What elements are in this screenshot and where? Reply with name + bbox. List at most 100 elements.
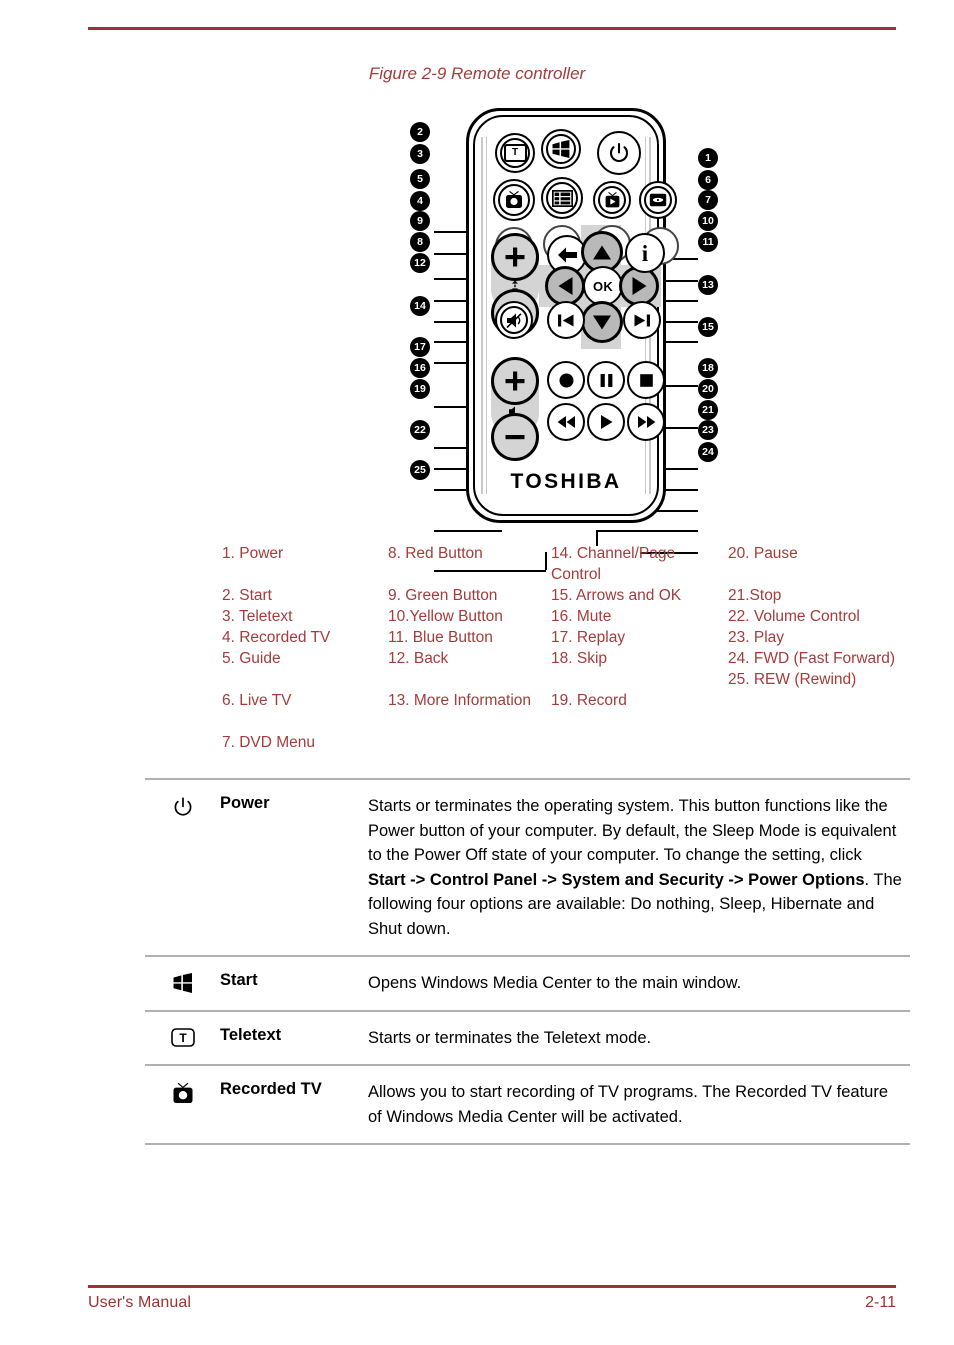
description-row: Start Opens Windows Media Center to the m… xyxy=(145,955,910,1010)
back-arrow-icon xyxy=(557,247,577,263)
legend-column-4: 20. Pause 21.Stop 22. Volume Control 23. Pl… xyxy=(728,543,918,690)
legend-item: 14. Channel/Page Control xyxy=(551,545,676,583)
remote-edge-line xyxy=(481,137,483,494)
pause-icon xyxy=(600,373,612,387)
arrow-right-icon xyxy=(632,277,646,295)
callout-12: 12 xyxy=(410,253,430,273)
callout-7: 7 xyxy=(698,190,718,210)
description-text: Opens Windows Media Center to the main w… xyxy=(368,971,910,996)
rewind-icon xyxy=(557,416,575,428)
legend-spacer xyxy=(728,564,918,585)
remote-edge-line xyxy=(486,137,487,494)
callout-6: 6 xyxy=(698,170,718,190)
legend-item: 6. Live TV xyxy=(222,692,292,709)
legend-spacer xyxy=(222,669,387,690)
leader-line xyxy=(434,530,502,532)
live-tv-button[interactable] xyxy=(593,181,631,219)
legend-item: 13. More Information xyxy=(388,692,532,709)
start-button[interactable] xyxy=(541,129,581,169)
replay-icon xyxy=(558,314,574,326)
volume-down-button[interactable] xyxy=(491,413,539,461)
dvd-menu-button[interactable] xyxy=(639,181,677,219)
legend-item: 9. Green Button xyxy=(388,587,498,604)
pause-button[interactable] xyxy=(587,361,625,399)
volume-up-button[interactable] xyxy=(491,357,539,405)
description-text: Starts or terminates the operating syste… xyxy=(368,794,910,941)
legend-item: 22. Volume Control xyxy=(728,608,860,625)
recorded-tv-button[interactable] xyxy=(493,179,535,221)
arrow-down-icon xyxy=(593,315,611,329)
legend-spacer xyxy=(551,669,726,690)
teletext-button[interactable]: T xyxy=(495,133,535,173)
ok-button[interactable]: OK xyxy=(583,266,623,306)
ok-label: OK xyxy=(592,278,614,294)
legend-item: 24. FWD (Fast Forward) xyxy=(728,650,896,667)
plus-icon xyxy=(505,247,525,267)
description-text-segment: Allows you to start recording of TV prog… xyxy=(368,1083,888,1126)
callout-22: 22 xyxy=(410,420,430,440)
callout-25: 25 xyxy=(410,460,430,480)
callout-16: 16 xyxy=(410,358,430,378)
header-rule xyxy=(88,27,896,30)
description-row: T Teletext Starts or terminates the Telete… xyxy=(145,1009,910,1065)
replay-button[interactable] xyxy=(547,301,585,339)
callout-9: 9 xyxy=(410,211,430,231)
rewind-button[interactable] xyxy=(547,403,585,441)
legend-item: 20. Pause xyxy=(728,545,798,562)
description-text-segment: Starts or terminates the operating syste… xyxy=(368,797,897,864)
stop-button[interactable] xyxy=(627,361,665,399)
legend-spacer xyxy=(388,564,548,585)
callout-17: 17 xyxy=(410,337,430,357)
description-text: Starts or terminates the Teletext mode. xyxy=(368,1026,910,1051)
guide-icon xyxy=(551,189,573,207)
legend-item: 4. Recorded TV xyxy=(222,629,331,646)
legend-column-1: 1. Power 2. Start 3. Teletext 4. Recorded T… xyxy=(222,543,387,753)
mute-button[interactable] xyxy=(495,301,533,339)
power-button[interactable] xyxy=(597,131,641,175)
stop-icon xyxy=(639,373,653,387)
callout-20: 20 xyxy=(698,379,718,399)
skip-button[interactable] xyxy=(623,301,661,339)
legend-item: 10.Yellow Button xyxy=(388,608,503,625)
footer-rule xyxy=(88,1285,896,1288)
callout-13: 13 xyxy=(698,275,718,295)
minus-icon xyxy=(505,435,525,440)
figure-caption: Figure 2-9 Remote controller xyxy=(368,64,586,83)
callout-15: 15 xyxy=(698,317,718,337)
recorded-tv-icon xyxy=(145,1080,220,1129)
legend-column-3: 14. Channel/Page Control 15. Arrows and O… xyxy=(551,543,726,711)
description-row: Power Starts or terminates the operating … xyxy=(145,778,910,955)
description-button-name: Start xyxy=(220,971,258,989)
legend-item: 5. Guide xyxy=(222,650,281,667)
dvd-menu-icon xyxy=(649,193,667,207)
more-information-button[interactable]: i xyxy=(625,233,665,273)
callout-4: 4 xyxy=(410,191,430,211)
record-button[interactable] xyxy=(547,361,585,399)
guide-button[interactable] xyxy=(541,177,583,219)
description-button-name: Teletext xyxy=(220,1025,282,1044)
record-icon xyxy=(559,373,573,387)
callout-19: 19 xyxy=(410,379,430,399)
arrow-down-button[interactable] xyxy=(581,301,623,343)
remote-body: T OK i TOSHIBA xyxy=(466,108,679,523)
callout-1: 1 xyxy=(698,148,718,168)
play-button[interactable] xyxy=(587,403,625,441)
callout-5: 5 xyxy=(410,169,430,189)
arrow-left-button[interactable] xyxy=(545,266,585,306)
fast-forward-button[interactable] xyxy=(627,403,665,441)
channel-up-button[interactable] xyxy=(491,233,539,281)
mute-icon xyxy=(505,312,522,328)
description-text-emphasis: Start -> Control Panel -> System and Sec… xyxy=(368,870,865,889)
legend-item: 25. REW (Rewind) xyxy=(728,671,857,688)
windows-start-icon xyxy=(551,140,571,158)
description-text-segment: Starts or terminates the Teletext mode. xyxy=(368,1028,652,1047)
description-text: Allows you to start recording of TV prog… xyxy=(368,1080,910,1129)
legend-spacer xyxy=(222,564,387,585)
volume-pad-marker xyxy=(508,404,522,417)
toshiba-logo: TOSHIBA xyxy=(510,470,622,493)
plus-icon xyxy=(505,371,525,391)
legend-item: 2. Start xyxy=(222,587,272,604)
info-icon: i xyxy=(641,240,649,266)
legend-item: 11. Blue Button xyxy=(388,629,493,646)
legend-item: 1. Power xyxy=(222,545,284,562)
